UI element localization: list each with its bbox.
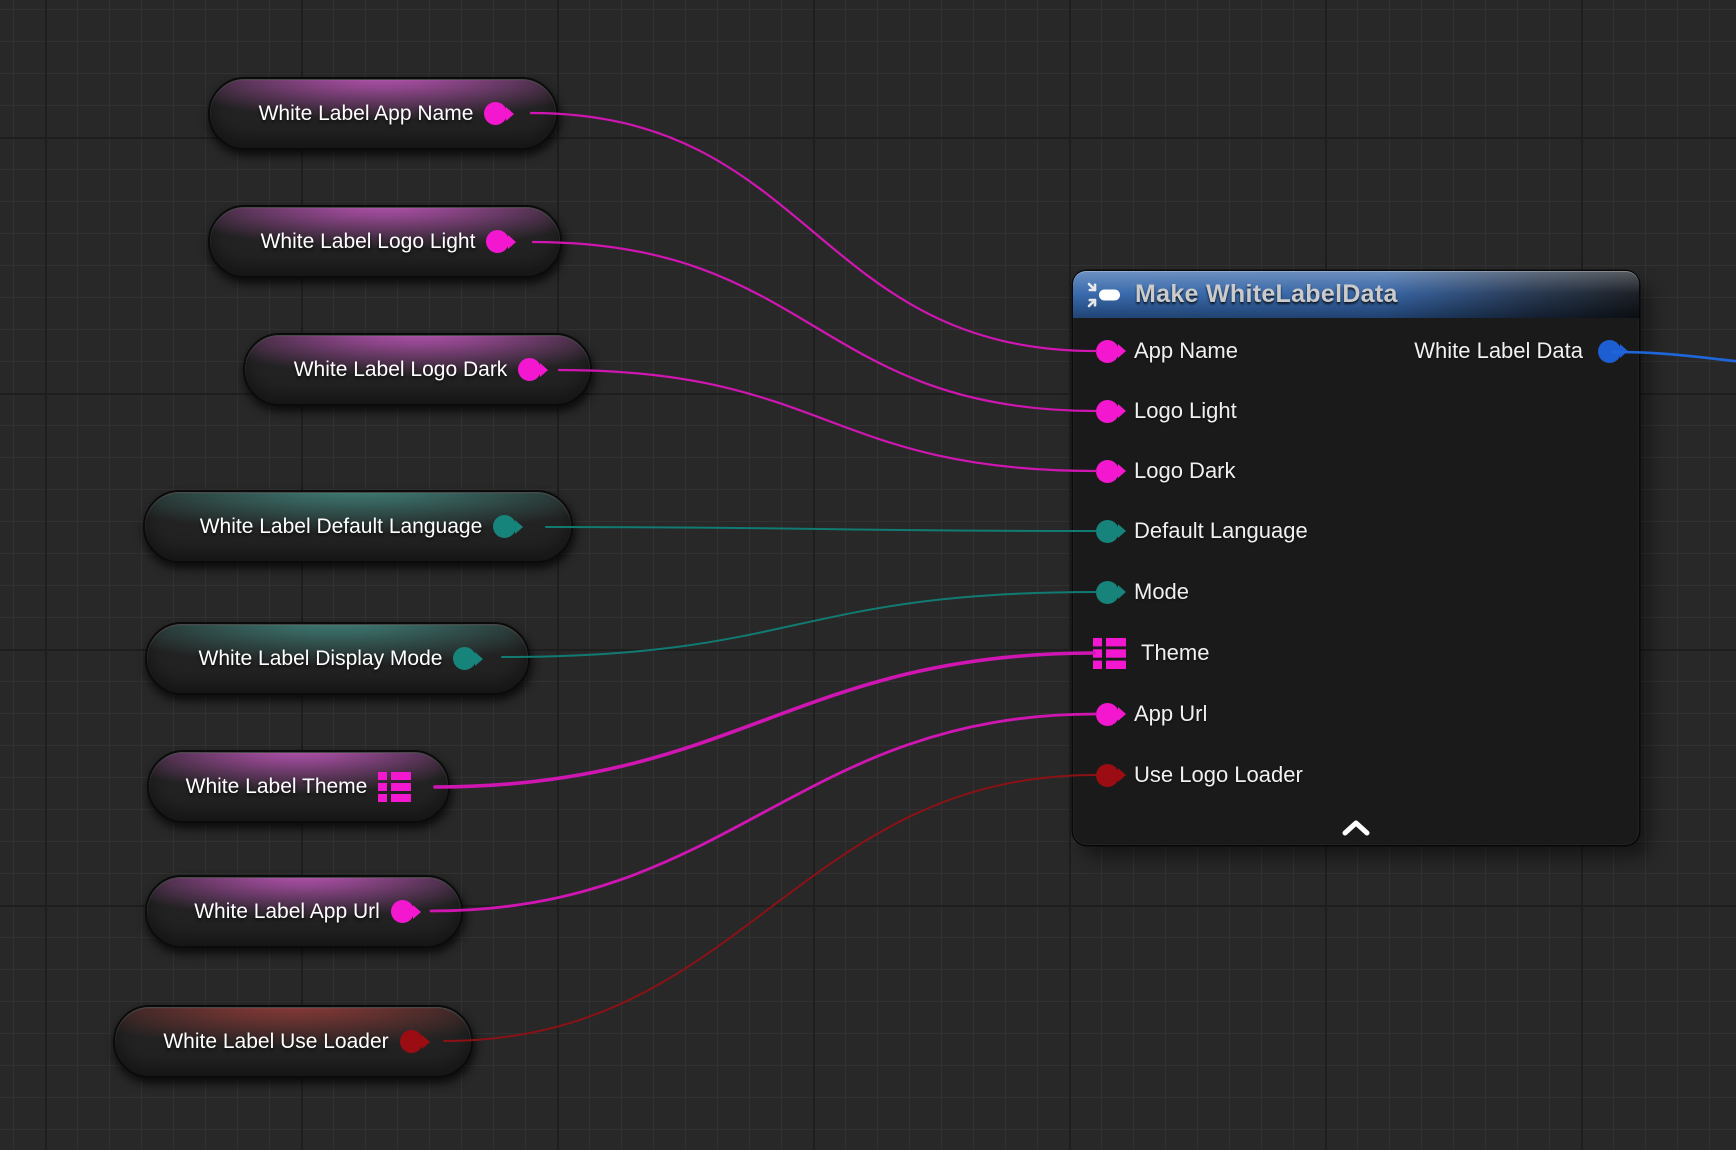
input-row-app-name[interactable]: App Name xyxy=(1096,333,1238,369)
pin-label: Theme xyxy=(1141,640,1209,666)
output-pin-boolean[interactable] xyxy=(400,1030,423,1053)
getter-node-white-label-display-mode[interactable]: White Label Display Mode xyxy=(145,622,530,695)
getter-node-white-label-logo-dark[interactable]: White Label Logo Dark xyxy=(243,333,592,406)
input-row-default-language[interactable]: Default Language xyxy=(1096,513,1308,549)
wire-logo-dark[interactable] xyxy=(559,370,1096,471)
getter-label: White Label App Url xyxy=(194,900,380,924)
getter-label: White Label Display Mode xyxy=(199,647,443,671)
getter-node-white-label-theme[interactable]: White Label Theme xyxy=(147,750,450,823)
chevron-up-icon xyxy=(1341,820,1371,836)
input-row-logo-light[interactable]: Logo Light xyxy=(1096,393,1237,429)
input-pin-enum[interactable] xyxy=(1096,581,1119,604)
input-row-mode[interactable]: Mode xyxy=(1096,574,1189,610)
getter-node-white-label-app-name[interactable]: White Label App Name xyxy=(208,77,558,150)
output-pin-string[interactable] xyxy=(486,230,509,253)
input-row-app-url[interactable]: App Url xyxy=(1096,696,1207,732)
output-pin-enum[interactable] xyxy=(453,647,476,670)
output-pin-enum[interactable] xyxy=(493,515,516,538)
getter-label: White Label Default Language xyxy=(200,515,483,539)
wire-logo-light[interactable] xyxy=(533,242,1096,411)
getter-node-white-label-default-language[interactable]: White Label Default Language xyxy=(143,490,573,563)
collapse-node-button[interactable] xyxy=(1339,817,1373,839)
input-row-theme[interactable]: Theme xyxy=(1093,635,1209,671)
getter-label: White Label App Name xyxy=(259,102,474,126)
pin-label: App Url xyxy=(1134,701,1207,727)
input-pin-string[interactable] xyxy=(1096,400,1119,423)
input-pin-enum[interactable] xyxy=(1096,520,1119,543)
getter-label: White Label Use Loader xyxy=(163,1030,388,1054)
make-whitelabeldata-node[interactable]: Make WhiteLabelData App Name Logo Light … xyxy=(1073,271,1639,845)
pin-label: Logo Dark xyxy=(1134,458,1236,484)
getter-node-white-label-use-loader[interactable]: White Label Use Loader xyxy=(113,1005,473,1078)
input-row-logo-dark[interactable]: Logo Dark xyxy=(1096,453,1236,489)
pin-label: App Name xyxy=(1134,338,1238,364)
output-pin-struct[interactable] xyxy=(1598,340,1621,363)
input-pin-string[interactable] xyxy=(1096,460,1119,483)
node-title: Make WhiteLabelData xyxy=(1135,280,1398,309)
pin-label: Mode xyxy=(1134,579,1189,605)
output-row-white-label-data[interactable]: White Label Data xyxy=(1414,333,1621,369)
pin-label: White Label Data xyxy=(1414,338,1583,364)
pin-label: Default Language xyxy=(1134,518,1308,544)
output-pin-string[interactable] xyxy=(391,900,414,923)
pin-label: Use Logo Loader xyxy=(1134,762,1303,788)
input-row-use-logo-loader[interactable]: Use Logo Loader xyxy=(1096,757,1303,793)
struct-pin-icon[interactable] xyxy=(378,772,411,802)
input-pin-string[interactable] xyxy=(1096,340,1119,363)
getter-node-white-label-logo-light[interactable]: White Label Logo Light xyxy=(208,205,562,278)
getter-label: White Label Logo Light xyxy=(261,230,476,254)
wire-app-name[interactable] xyxy=(531,113,1096,351)
getter-label: White Label Theme xyxy=(186,775,368,799)
getter-node-white-label-app-url[interactable]: White Label App Url xyxy=(145,875,463,948)
input-pin-boolean[interactable] xyxy=(1096,764,1119,787)
struct-pin-icon[interactable] xyxy=(1093,638,1126,669)
wire-app-url[interactable] xyxy=(431,714,1096,911)
output-pin-string[interactable] xyxy=(518,358,541,381)
blueprint-graph-canvas[interactable]: White Label App Name White Label Logo Li… xyxy=(0,0,1736,1150)
output-pin-string[interactable] xyxy=(484,102,507,125)
wire-theme[interactable] xyxy=(435,653,1094,787)
getter-label: White Label Logo Dark xyxy=(294,358,508,382)
make-struct-icon xyxy=(1086,281,1122,309)
node-header[interactable]: Make WhiteLabelData xyxy=(1073,271,1639,318)
pin-label: Logo Light xyxy=(1134,398,1237,424)
wire-display-mode[interactable] xyxy=(502,592,1096,657)
wire-default-language[interactable] xyxy=(546,527,1096,531)
wire-use-loader[interactable] xyxy=(444,775,1096,1041)
input-pin-string[interactable] xyxy=(1096,703,1119,726)
